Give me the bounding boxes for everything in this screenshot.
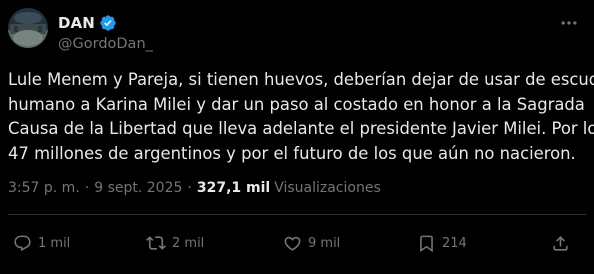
views-label[interactable]: Visualizaciones bbox=[274, 180, 381, 196]
author-name-row[interactable]: DAN bbox=[58, 13, 117, 33]
display-name[interactable]: DAN bbox=[58, 14, 95, 32]
reply-button[interactable]: 1 mil bbox=[13, 231, 70, 255]
more-options-icon[interactable] bbox=[558, 12, 580, 34]
tweet-text: Lule Menem y Pareja, si tienen huevos, d… bbox=[8, 68, 594, 166]
action-bar: 1 mil 2 mil 9 mil 214 bbox=[0, 231, 594, 255]
avatar-image bbox=[8, 8, 48, 48]
tweet-date[interactable]: 9 sept. 2025 bbox=[94, 180, 182, 196]
reply-icon bbox=[13, 234, 32, 253]
like-count: 9 mil bbox=[308, 235, 341, 251]
avatar[interactable] bbox=[8, 8, 48, 48]
verified-badge-icon[interactable] bbox=[99, 14, 117, 32]
author-handle[interactable]: @GordoDan_ bbox=[58, 36, 153, 52]
bookmark-icon bbox=[417, 234, 436, 253]
tweet-text-line: 47 millones de argentinos y por el futur… bbox=[8, 143, 576, 163]
repost-icon bbox=[146, 233, 166, 253]
tweet-meta: 3:57 p. m. · 9 sept. 2025 · 327,1 mil Vi… bbox=[8, 180, 381, 196]
bookmark-button[interactable]: 214 bbox=[417, 231, 467, 255]
repost-button[interactable]: 2 mil bbox=[146, 231, 204, 255]
tweet-time[interactable]: 3:57 p. m. bbox=[8, 180, 80, 196]
tweet-card[interactable]: DAN @GordoDan_ Lule Menem y Pareja, si t… bbox=[0, 0, 594, 274]
bookmark-count: 214 bbox=[442, 235, 467, 251]
views-count[interactable]: 327,1 mil bbox=[197, 180, 270, 196]
heart-icon bbox=[283, 234, 302, 253]
tweet-text-line: Causa de la Libertad que lleva adelante … bbox=[8, 119, 594, 138]
tweet-text-line: Lule Menem y Pareja, si tienen huevos, d… bbox=[8, 70, 594, 89]
reply-count: 1 mil bbox=[38, 235, 71, 251]
meta-separator: · bbox=[187, 180, 192, 196]
share-icon bbox=[551, 234, 570, 253]
meta-separator: · bbox=[84, 180, 90, 196]
repost-count: 2 mil bbox=[172, 235, 205, 251]
share-button[interactable] bbox=[551, 231, 570, 255]
divider bbox=[8, 214, 586, 215]
like-button[interactable]: 9 mil bbox=[283, 231, 340, 255]
tweet-text-line: humano a Karina Milei y dar un paso al c… bbox=[8, 94, 585, 114]
